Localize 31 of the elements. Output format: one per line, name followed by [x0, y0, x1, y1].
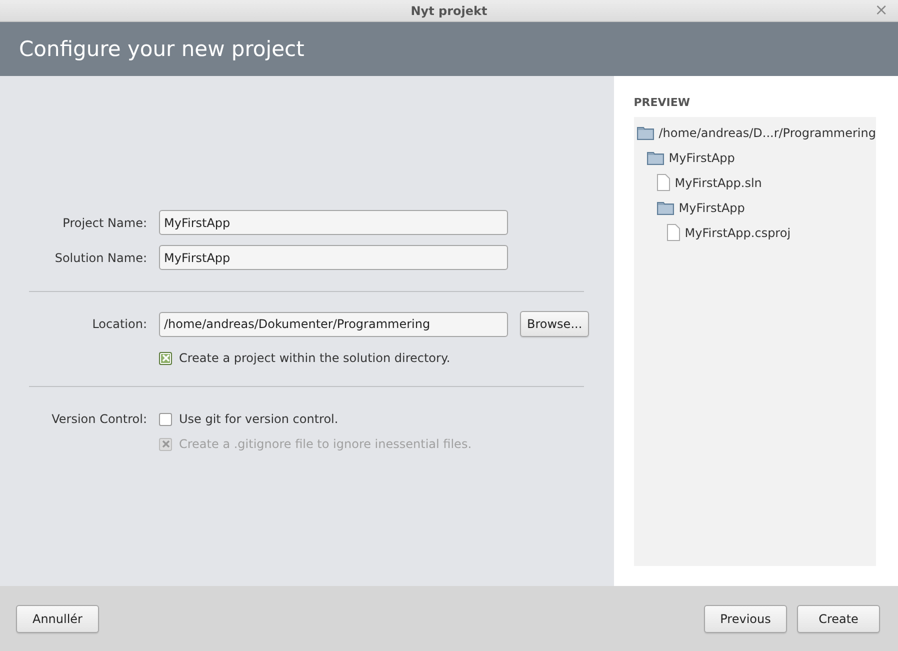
x-mark-icon: [162, 440, 170, 448]
field-label: Version Control:: [50, 411, 147, 426]
field-label: Location:: [91, 317, 147, 331]
create-button[interactable]: Create: [797, 604, 880, 632]
window-title: Nyt projekt: [410, 4, 488, 18]
solution-name-field[interactable]: MyFirstApp: [159, 245, 508, 270]
checkbox-label: Create a .gitignore file to ignore inessential files.: [179, 437, 472, 451]
tree-item: MyFirstApp: [668, 150, 735, 164]
folder-icon: [636, 126, 654, 140]
previous-button[interactable]: Previous: [704, 604, 787, 632]
browse-button[interactable]: Browse...: [520, 311, 590, 337]
checkbox-label: Create a project within the solution directory.: [179, 351, 450, 365]
cancel-button[interactable]: Annullér: [16, 604, 99, 632]
checkbox[interactable]: [159, 352, 172, 364]
location-field[interactable]: /home/andreas/Dokumenter/Programmering: [159, 312, 508, 336]
tree-item: MyFirstApp.sln: [674, 176, 762, 190]
x-mark-icon: [162, 354, 170, 362]
tree-item: MyFirstApp: [678, 200, 745, 214]
field-label: Project Name:: [62, 216, 147, 230]
tree-item: /home/andreas/D...r/Programmering: [658, 126, 876, 140]
page-heading: Configure your new project: [19, 37, 304, 61]
checkbox[interactable]: [159, 412, 172, 426]
file-icon: [656, 174, 670, 191]
field-label: Solution Name:: [54, 250, 147, 264]
tree-item: MyFirstApp.csproj: [684, 226, 791, 240]
checkbox-label: Use git for version control.: [179, 412, 338, 426]
preview-title: PREVIEW: [634, 96, 692, 109]
folder-icon: [646, 150, 664, 164]
folder-icon: [656, 200, 674, 214]
project-name-field[interactable]: MyFirstApp: [159, 210, 508, 235]
file-icon: [666, 224, 680, 241]
